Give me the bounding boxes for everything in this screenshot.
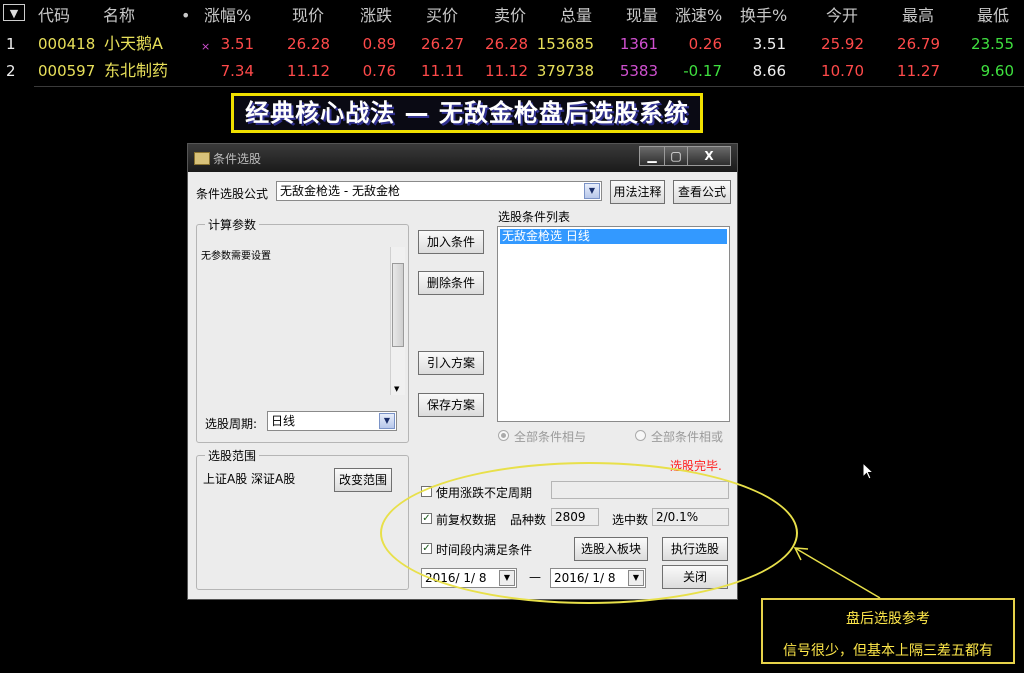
callout-box: 盘后选股参考 信号很少，但基本上隔三差五都有 [761, 598, 1015, 664]
mouse-cursor-icon [862, 462, 875, 480]
callout-title: 盘后选股参考 [846, 611, 930, 627]
callout-text: 信号很少，但基本上隔三差五都有 [783, 643, 993, 659]
annotation-arrow [793, 547, 881, 599]
